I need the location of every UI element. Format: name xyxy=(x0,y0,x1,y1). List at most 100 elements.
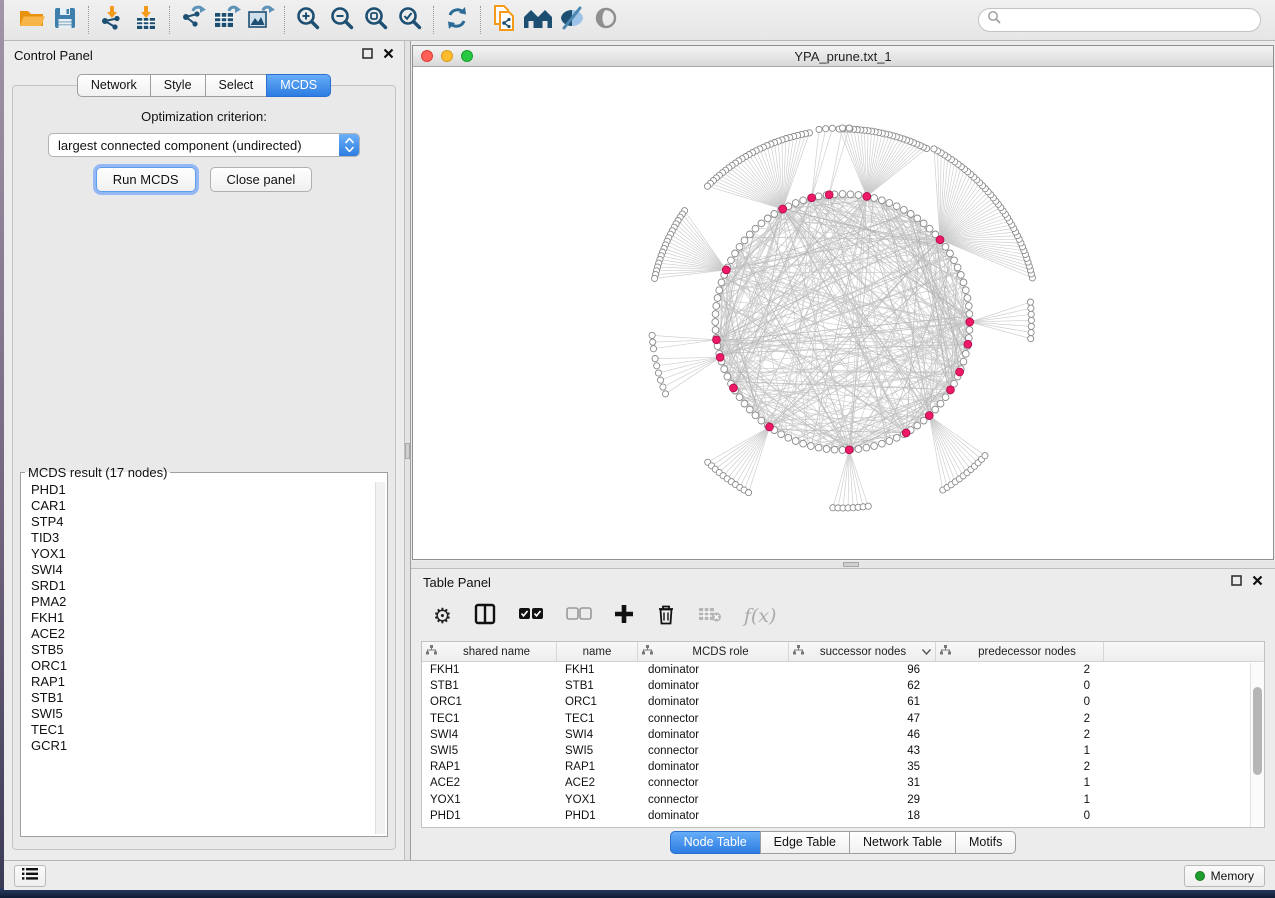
table-cell: RAP1 xyxy=(557,761,638,773)
table-row[interactable]: ORC1ORC1dominator610 xyxy=(422,694,1264,710)
table-cell: 2 xyxy=(936,761,1104,773)
mcds-result-item[interactable]: STP4 xyxy=(23,514,375,530)
close-panel-icon[interactable] xyxy=(383,46,394,64)
table-cell: SWI4 xyxy=(422,729,557,741)
scrollbar-thumb[interactable] xyxy=(1253,687,1262,775)
close-panel-button[interactable]: Close panel xyxy=(210,167,313,192)
deselect-all-columns-icon[interactable] xyxy=(566,607,592,625)
splitter-grip[interactable] xyxy=(843,562,859,567)
delete-table-icon[interactable] xyxy=(698,606,722,627)
mcds-result-list[interactable]: PHD1CAR1STP4TID3YOX1SWI4SRD1PMA2FKH1ACE2… xyxy=(23,482,375,834)
criterion-select[interactable]: largest connected component (undirected) xyxy=(48,133,360,157)
mcds-result-item[interactable]: PHD1 xyxy=(23,482,375,498)
mcds-result-item[interactable]: ACE2 xyxy=(23,626,375,642)
tab-network[interactable]: Network xyxy=(77,74,151,97)
table-cell: connector xyxy=(638,777,789,789)
network-window-titlebar[interactable]: YPA_prune.txt_1 xyxy=(413,46,1273,67)
mcds-result-item[interactable]: TEC1 xyxy=(23,722,375,738)
main-toolbar xyxy=(4,0,1275,41)
table-row[interactable]: YOX1YOX1connector291 xyxy=(422,792,1264,808)
zoom-fit-button[interactable] xyxy=(359,4,393,36)
mcds-result-item[interactable]: PMA2 xyxy=(23,594,375,610)
table-row[interactable]: PHD1PHD1dominator180 xyxy=(422,808,1264,824)
import-network-button[interactable] xyxy=(95,4,129,36)
sort-descending-icon xyxy=(918,646,931,658)
tab-motifs[interactable]: Motifs xyxy=(955,831,1016,854)
search-input[interactable] xyxy=(1002,10,1260,30)
zoom-out-button[interactable] xyxy=(325,4,359,36)
table-row[interactable]: RAP1RAP1dominator352 xyxy=(422,759,1264,775)
table-row[interactable]: ACE2ACE2connector311 xyxy=(422,775,1264,791)
export-table-button[interactable] xyxy=(210,4,244,36)
close-panel-icon[interactable] xyxy=(1252,573,1263,591)
table-row[interactable]: SWI5SWI5connector431 xyxy=(422,743,1264,759)
mcds-result-item[interactable]: RAP1 xyxy=(23,674,375,690)
show-graphics-button[interactable] xyxy=(589,4,623,36)
tab-node-table[interactable]: Node Table xyxy=(670,831,761,854)
table-cell: PHD1 xyxy=(557,810,638,822)
tab-mcds[interactable]: MCDS xyxy=(266,74,331,97)
float-panel-icon[interactable] xyxy=(1231,573,1242,591)
tab-style[interactable]: Style xyxy=(150,74,206,97)
zoom-selected-button[interactable] xyxy=(393,4,427,36)
mcds-result-item[interactable]: STB5 xyxy=(23,642,375,658)
eye-icon xyxy=(592,5,620,36)
mcds-result-item[interactable]: FKH1 xyxy=(23,610,375,626)
table-toolbar: ⚙ f(x) xyxy=(411,595,1275,637)
column-header[interactable]: predecessor nodes xyxy=(936,642,1104,661)
mcds-result-item[interactable]: STB1 xyxy=(23,690,375,706)
mcds-result-item[interactable]: SWI4 xyxy=(23,562,375,578)
zoom-out-icon xyxy=(329,5,355,36)
function-builder-icon[interactable]: f(x) xyxy=(744,605,777,627)
mcds-result-item[interactable]: YOX1 xyxy=(23,546,375,562)
run-mcds-button[interactable]: Run MCDS xyxy=(96,167,196,192)
tab-select[interactable]: Select xyxy=(205,74,268,97)
table-row[interactable]: FKH1FKH1dominator962 xyxy=(422,662,1264,678)
open-folder-icon xyxy=(18,6,45,35)
table-row[interactable]: STB1STB1dominator620 xyxy=(422,678,1264,694)
table-row[interactable]: TEC1TEC1connector472 xyxy=(422,711,1264,727)
tab-edge-table[interactable]: Edge Table xyxy=(760,831,850,854)
mcds-result-item[interactable]: SRD1 xyxy=(23,578,375,594)
memory-button[interactable]: Memory xyxy=(1184,865,1265,887)
vertical-splitter[interactable] xyxy=(404,41,411,860)
mcds-result-item[interactable]: CAR1 xyxy=(23,498,375,514)
zoom-in-button[interactable] xyxy=(291,4,325,36)
splitter-grip[interactable] xyxy=(405,443,410,459)
save-session-button[interactable] xyxy=(48,4,82,36)
select-all-columns-icon[interactable] xyxy=(518,607,544,625)
mcds-list-scrollbar[interactable] xyxy=(375,482,385,834)
mcds-result-item[interactable]: SWI5 xyxy=(23,706,375,722)
table-row[interactable]: SWI4SWI4dominator462 xyxy=(422,727,1264,743)
search-field[interactable] xyxy=(978,8,1261,32)
table-settings-gear-icon[interactable]: ⚙ xyxy=(433,604,452,629)
table-scrollbar[interactable] xyxy=(1250,663,1264,827)
network-canvas[interactable] xyxy=(413,67,1273,559)
show-columns-icon[interactable] xyxy=(474,603,496,630)
column-header[interactable]: shared name xyxy=(422,642,557,661)
open-file-button[interactable] xyxy=(14,4,48,36)
tab-network-table[interactable]: Network Table xyxy=(849,831,956,854)
export-network-button[interactable] xyxy=(176,4,210,36)
hide-graphics-button[interactable] xyxy=(555,4,589,36)
clone-network-button[interactable] xyxy=(487,4,521,36)
column-header[interactable]: name xyxy=(557,642,638,661)
home-button[interactable] xyxy=(521,4,555,36)
export-image-button[interactable] xyxy=(244,4,278,36)
table-cell: connector xyxy=(638,713,789,725)
horizontal-splitter[interactable] xyxy=(411,561,1275,568)
mcds-result-item[interactable]: ORC1 xyxy=(23,658,375,674)
float-panel-icon[interactable] xyxy=(362,46,373,64)
import-table-button[interactable] xyxy=(129,4,163,36)
mcds-result-item[interactable]: TID3 xyxy=(23,530,375,546)
column-header[interactable]: MCDS role xyxy=(638,642,789,661)
task-history-button[interactable] xyxy=(14,865,46,887)
column-header[interactable]: successor nodes xyxy=(789,642,936,661)
table-cell: connector xyxy=(638,745,789,757)
mcds-result-item[interactable]: GCR1 xyxy=(23,738,375,754)
select-stepper-icon xyxy=(339,134,359,156)
refresh-view-button[interactable] xyxy=(440,4,474,36)
network-graph[interactable] xyxy=(413,67,1273,559)
add-column-icon[interactable] xyxy=(614,604,634,629)
delete-column-trash-icon[interactable] xyxy=(656,603,676,630)
